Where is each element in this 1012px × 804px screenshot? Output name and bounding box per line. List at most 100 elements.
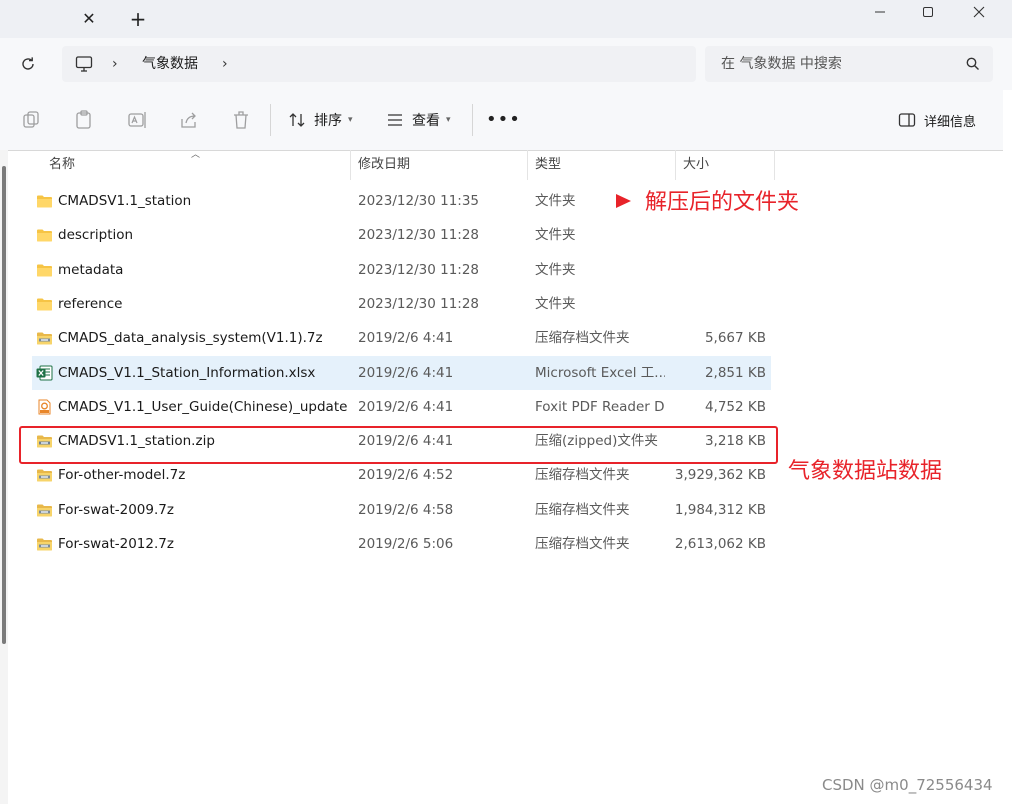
paste-icon[interactable] — [73, 109, 95, 131]
file-date: 2023/12/30 11:28 — [358, 261, 480, 278]
file-date: 2019/2/6 4:58 — [358, 501, 454, 518]
sort-icon — [289, 113, 305, 127]
archive-icon — [36, 330, 53, 346]
file-row[interactable]: CMADS_data_analysis_system(V1.1).7z 2019/… — [32, 321, 771, 355]
file-size — [662, 253, 766, 287]
view-label: 查看 — [412, 113, 440, 129]
file-type: Foxit PDF Reader D... — [535, 398, 665, 415]
file-size: 2,613,062 KB — [674, 536, 766, 552]
delete-icon[interactable] — [230, 109, 252, 131]
file-size — [662, 218, 766, 252]
watermark: CSDN @m0_72556434 — [822, 776, 993, 794]
archive-icon — [36, 536, 53, 552]
rename-icon[interactable] — [126, 109, 148, 131]
file-date: 2023/12/30 11:28 — [358, 227, 480, 244]
file-name: CMADSV1.1_station — [58, 193, 192, 209]
column-divider[interactable] — [350, 150, 351, 180]
pdf-icon — [36, 399, 53, 415]
file-name: metadata — [58, 261, 124, 278]
breadcrumb-chevron-icon[interactable]: › — [222, 54, 236, 74]
file-row[interactable]: metadata 2023/12/30 11:28 文件夹 — [32, 253, 771, 287]
file-date: 2019/2/6 4:41 — [358, 364, 454, 381]
toolbar-divider — [472, 104, 473, 136]
file-name: CMADS_V1.1_Station_Information.xlsx — [58, 364, 316, 381]
annotation-label-extracted-folder: 解压后的文件夹 — [645, 190, 800, 215]
breadcrumb-chevron-icon[interactable]: › — [112, 54, 126, 74]
new-tab-icon[interactable]: + — [126, 7, 150, 31]
view-icon — [388, 114, 402, 126]
details-label: 详细信息 — [924, 114, 977, 130]
chevron-down-icon: ▾ — [348, 115, 353, 125]
column-divider[interactable] — [774, 150, 775, 180]
search-icon[interactable] — [965, 56, 981, 72]
folder-icon — [36, 296, 53, 312]
file-type: Microsoft Excel 工... — [535, 364, 665, 381]
file-row[interactable]: description 2023/12/30 11:28 文件夹 — [32, 218, 771, 252]
file-date: 2023/12/30 11:28 — [358, 295, 480, 312]
column-divider[interactable] — [675, 150, 676, 180]
file-name: For-swat-2009.7z — [58, 501, 174, 518]
search-placeholder[interactable]: 在 气象数据 中搜索 — [721, 53, 842, 75]
tab-close-icon[interactable]: ✕ — [78, 8, 100, 30]
file-name: CMADS_V1.1_User_Guide(Chinese)_update-..… — [58, 398, 348, 415]
search-box[interactable]: 在 气象数据 中搜索 — [705, 46, 993, 82]
details-pane-icon — [898, 113, 916, 127]
view-button[interactable]: 查看 ▾ — [386, 107, 451, 133]
command-bar: 排序 ▾ 查看 ▾ ••• 详细信息 — [0, 90, 1003, 151]
file-date: 2019/2/6 5:06 — [358, 536, 454, 552]
annotation-label-station-data: 气象数据站数据 — [788, 459, 943, 484]
archive-icon — [36, 467, 53, 483]
file-type: 压缩存档文件夹 — [535, 536, 630, 552]
file-row[interactable]: CMADS_V1.1_User_Guide(Chinese)_update-..… — [32, 390, 771, 424]
file-type: 文件夹 — [535, 261, 576, 278]
file-type: 压缩存档文件夹 — [535, 330, 630, 347]
excel-icon — [36, 365, 53, 381]
more-options-icon[interactable]: ••• — [486, 107, 520, 133]
column-header-name[interactable]: 名称 — [49, 150, 75, 180]
folder-icon — [36, 193, 53, 209]
details-pane-button[interactable]: 详细信息 — [898, 107, 976, 133]
file-row[interactable]: reference 2023/12/30 11:28 文件夹 — [32, 287, 771, 321]
address-bar: › 气象数据 › 在 气象数据 中搜索 — [0, 38, 1012, 90]
file-type: 文件夹 — [535, 227, 576, 244]
copy-icon[interactable] — [20, 109, 42, 131]
column-divider[interactable] — [527, 150, 528, 180]
column-header-size[interactable]: 大小 — [683, 150, 709, 180]
file-name: reference — [58, 295, 123, 312]
breadcrumb-current[interactable]: 气象数据 — [142, 53, 198, 75]
file-size: 5,667 KB — [704, 330, 766, 347]
file-type: 文件夹 — [535, 295, 576, 312]
file-date: 2023/12/30 11:35 — [358, 193, 480, 209]
vertical-scrollbar[interactable] — [0, 150, 8, 804]
address-field[interactable]: › 气象数据 › — [62, 46, 696, 82]
file-row[interactable]: CMADS_V1.1_Station_Information.xlsx 2019/… — [32, 355, 771, 390]
file-size: 4,752 KB — [704, 398, 766, 415]
this-pc-icon[interactable] — [74, 54, 94, 74]
folder-icon — [36, 227, 53, 243]
column-header-date[interactable]: 修改日期 — [358, 150, 410, 180]
file-size: 2,851 KB — [704, 364, 766, 381]
sort-label: 排序 — [314, 113, 342, 129]
file-date: 2019/2/6 4:41 — [358, 330, 454, 347]
close-icon[interactable] — [955, 0, 1003, 24]
share-icon[interactable] — [178, 109, 200, 131]
file-row[interactable]: For-swat-2012.7z 2019/2/6 5:06 压缩存档文件夹 2,61… — [32, 527, 771, 561]
file-name: CMADS_data_analysis_system(V1.1).7z — [58, 330, 323, 347]
title-bar: ✕ + — [0, 0, 1012, 38]
file-size: 1,984,312 KB — [674, 501, 766, 518]
column-header-type[interactable]: 类型 — [535, 150, 561, 180]
file-type: 压缩存档文件夹 — [535, 501, 630, 518]
folder-icon — [36, 262, 53, 278]
scrollbar-thumb[interactable] — [2, 166, 6, 644]
minimize-icon[interactable] — [856, 0, 904, 24]
sort-button[interactable]: 排序 ▾ — [288, 107, 353, 133]
chevron-down-icon: ▾ — [446, 115, 451, 125]
refresh-icon[interactable] — [16, 52, 40, 76]
sort-ascending-icon: ︿ — [191, 150, 201, 160]
archive-icon — [36, 502, 53, 518]
file-name: For-swat-2012.7z — [58, 536, 174, 552]
file-name: description — [58, 227, 134, 244]
annotation-highlight-box — [19, 426, 778, 464]
file-row[interactable]: For-swat-2009.7z 2019/2/6 4:58 压缩存档文件夹 1,98… — [32, 493, 771, 527]
maximize-icon[interactable] — [904, 0, 952, 24]
